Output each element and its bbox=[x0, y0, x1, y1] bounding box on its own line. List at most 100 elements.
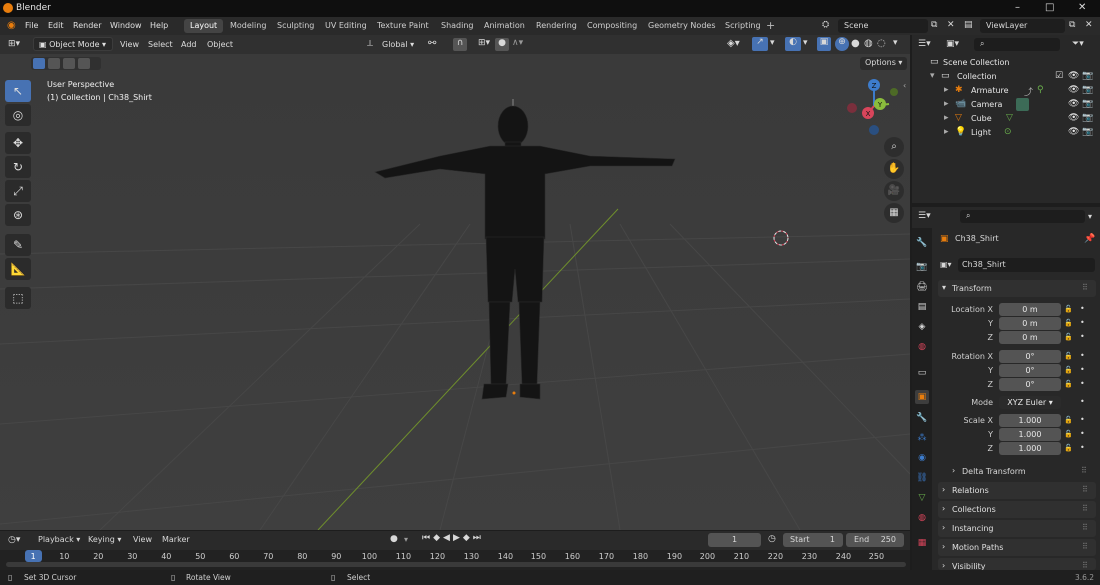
render-camera-icon[interactable]: 📷 bbox=[1082, 127, 1093, 137]
view-layer-copy-icon[interactable]: ⧉ bbox=[1069, 20, 1075, 30]
play-reverse-icon[interactable]: ◀ bbox=[443, 533, 453, 543]
tool-tab-icon[interactable]: 🔧 bbox=[915, 236, 929, 250]
tab-layout[interactable]: Layout bbox=[184, 19, 224, 33]
drag-handle-icon[interactable]: ⠿ bbox=[1081, 466, 1087, 475]
expand-arrow-icon[interactable]: ▸ bbox=[944, 85, 949, 95]
keyframe-dot-icon[interactable]: • bbox=[1080, 318, 1085, 327]
stopwatch-icon[interactable]: ◷ bbox=[768, 534, 776, 544]
material-shading-icon[interactable]: ◍ bbox=[864, 38, 873, 49]
checkbox-icon[interactable]: ☑ bbox=[1055, 71, 1063, 81]
orientation-dropdown[interactable]: Global ▾ bbox=[382, 40, 414, 49]
menu-view[interactable]: View bbox=[120, 40, 139, 49]
scene-icon[interactable]: ⛭ bbox=[822, 20, 829, 30]
display-mode-icon[interactable]: ▣▾ bbox=[946, 39, 959, 49]
texture-tab-icon[interactable]: ▦ bbox=[915, 536, 929, 550]
maximize-icon[interactable]: □ bbox=[1045, 2, 1054, 13]
drag-handle-icon[interactable]: ⠿ bbox=[1082, 561, 1088, 570]
keyframe-dot-icon[interactable]: • bbox=[1080, 332, 1085, 341]
filter-icon[interactable]: ⏷▾ bbox=[1072, 39, 1084, 49]
expand-arrow-icon[interactable]: ▾ bbox=[930, 71, 935, 81]
start-frame-field[interactable]: Start 1 bbox=[783, 533, 843, 547]
select-new-icon[interactable] bbox=[33, 58, 45, 69]
zoom-icon[interactable]: ⌕ bbox=[884, 137, 904, 157]
annotate-tool-icon[interactable]: ✎ bbox=[5, 234, 31, 256]
play-icon[interactable]: ▶ bbox=[453, 533, 463, 543]
move-tool-icon[interactable]: ✥ bbox=[5, 132, 31, 154]
select-subtract-icon[interactable] bbox=[63, 58, 75, 69]
menu-playback[interactable]: Playback ▾ bbox=[38, 535, 80, 544]
rendered-shading-icon[interactable]: ◌ bbox=[877, 38, 886, 49]
lock-icon[interactable]: 🔓 bbox=[1064, 352, 1073, 360]
drag-handle-icon[interactable]: ⠿ bbox=[1082, 504, 1088, 513]
eye-icon[interactable]: 👁 bbox=[1068, 99, 1079, 109]
motion-paths-panel-header[interactable]: › Motion Paths ⠿ bbox=[938, 539, 1096, 556]
measure-tool-icon[interactable]: 📐 bbox=[5, 258, 31, 280]
jump-start-icon[interactable]: ⏮ bbox=[422, 533, 433, 543]
snap-target-icon[interactable]: ⊞▾ bbox=[478, 38, 490, 48]
tab-scripting[interactable]: Scripting bbox=[719, 19, 767, 33]
proportional-edit-icon[interactable]: ● bbox=[495, 38, 509, 51]
view-layer-tab-icon[interactable]: ▤ bbox=[915, 300, 929, 314]
mode-dropdown[interactable]: ▣ Object Mode ▾ bbox=[33, 37, 113, 51]
menu-timeline-view[interactable]: View bbox=[133, 535, 152, 544]
expand-arrow-icon[interactable]: ▸ bbox=[944, 99, 949, 109]
xray-icon[interactable]: ▣ bbox=[817, 37, 831, 51]
navigation-gizmo[interactable]: Z Y X bbox=[842, 76, 906, 140]
visibility-panel-header[interactable]: › Visibility ⠿ bbox=[938, 558, 1096, 570]
timeline-scrollbar[interactable] bbox=[6, 562, 906, 567]
view-layer-selector[interactable]: ViewLayer bbox=[980, 19, 1065, 33]
jump-end-icon[interactable]: ⏭ bbox=[473, 533, 484, 543]
outliner-row-light[interactable]: ▸ 💡 Light ⊙ 👁 📷 bbox=[944, 127, 1095, 140]
drag-handle-icon[interactable]: ⠿ bbox=[1082, 283, 1088, 292]
properties-search-input[interactable]: ⌕ bbox=[960, 210, 1085, 223]
scale-z-field[interactable]: 1.000 bbox=[999, 442, 1061, 455]
tab-sculpting[interactable]: Sculpting bbox=[271, 19, 320, 33]
outliner-search-input[interactable]: ⌕ bbox=[974, 38, 1060, 51]
keyframe-dot-icon[interactable]: • bbox=[1080, 304, 1085, 313]
outliner-row-armature[interactable]: ▸ ✱ Armature ⤴ ⚲ 👁 📷 bbox=[944, 85, 1095, 98]
menu-marker[interactable]: Marker bbox=[162, 535, 190, 544]
object-tab-icon[interactable]: ▣ bbox=[915, 390, 929, 404]
keyframe-dot-icon[interactable]: • bbox=[1080, 397, 1085, 406]
constraints-tab-icon[interactable]: ⛓ bbox=[915, 471, 929, 485]
menu-select[interactable]: Select bbox=[148, 40, 173, 49]
tab-animation[interactable]: Animation bbox=[478, 19, 531, 33]
menu-help[interactable]: Help bbox=[150, 21, 168, 30]
current-frame-field[interactable]: 1 bbox=[708, 533, 761, 547]
lock-icon[interactable]: 🔓 bbox=[1064, 380, 1073, 388]
menu-object[interactable]: Object bbox=[207, 40, 233, 49]
transform-tool-icon[interactable]: ⊛ bbox=[5, 204, 31, 226]
menu-window[interactable]: Window bbox=[110, 21, 142, 30]
menu-edit[interactable]: Edit bbox=[48, 21, 64, 30]
camera-view-icon[interactable]: 🎥 bbox=[884, 181, 904, 201]
tab-geometry-nodes[interactable]: Geometry Nodes bbox=[642, 19, 721, 33]
blender-menu-icon[interactable]: ◉ bbox=[7, 20, 16, 31]
object-name-field[interactable]: Ch38_Shirt bbox=[958, 258, 1095, 272]
object-browse-icon[interactable]: ▣▾ bbox=[940, 260, 952, 269]
keyframe-dot-icon[interactable]: • bbox=[1080, 443, 1085, 452]
eye-icon[interactable]: 👁 bbox=[1068, 127, 1079, 137]
view-layer-icon[interactable]: ▤ bbox=[964, 20, 973, 30]
select-box-icon[interactable]: ↖ bbox=[5, 80, 31, 102]
3d-viewport[interactable]: User Perspective (1) Collection | Ch38_S… bbox=[0, 54, 910, 530]
tab-compositing[interactable]: Compositing bbox=[581, 19, 643, 33]
tab-uv-editing[interactable]: UV Editing bbox=[319, 19, 373, 33]
menu-render[interactable]: Render bbox=[73, 21, 101, 30]
expand-arrow-icon[interactable]: ▸ bbox=[944, 127, 949, 137]
rotate-tool-icon[interactable]: ↻ bbox=[5, 156, 31, 178]
expand-arrow-icon[interactable]: ▸ bbox=[944, 113, 949, 123]
scene-tab-icon[interactable]: ◈ bbox=[915, 320, 929, 334]
rotation-z-field[interactable]: 0° bbox=[999, 378, 1061, 391]
gizmo-dropdown-icon[interactable]: ▾ bbox=[770, 38, 775, 48]
outliner-editor-icon[interactable]: ☰▾ bbox=[918, 39, 931, 49]
tab-modeling[interactable]: Modeling bbox=[224, 19, 272, 33]
scene-remove-icon[interactable]: ✕ bbox=[947, 20, 955, 30]
lock-icon[interactable]: 🔓 bbox=[1064, 305, 1073, 313]
falloff-icon[interactable]: ∧▾ bbox=[512, 38, 523, 48]
sidebar-toggle-icon[interactable]: ‹ bbox=[903, 81, 906, 90]
keying-set-dropdown-icon[interactable]: ▾ bbox=[404, 535, 408, 544]
pivot-point-icon[interactable]: ⚯ bbox=[428, 38, 436, 49]
keyframe-dot-icon[interactable]: • bbox=[1080, 415, 1085, 424]
drag-handle-icon[interactable]: ⠿ bbox=[1082, 523, 1088, 532]
eye-icon[interactable]: 👁 bbox=[1068, 71, 1079, 81]
